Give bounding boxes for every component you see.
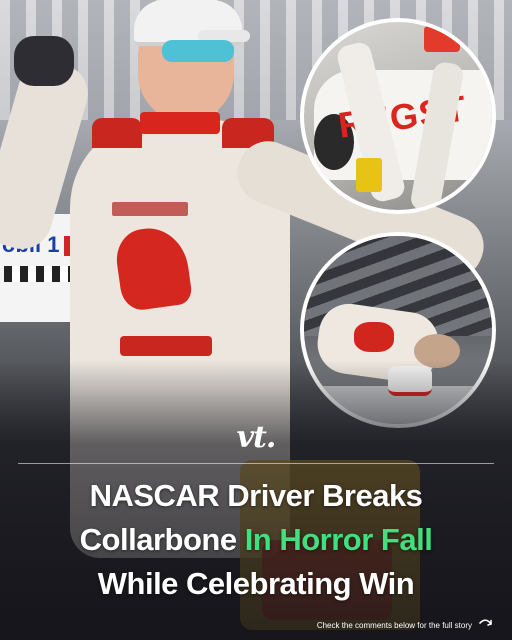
checkered-flag [424, 26, 460, 52]
instagram-post-card: obil 1 REGST [0, 0, 512, 640]
comments-cta-text: Check the comments below for the full st… [316, 620, 472, 630]
inset-photo-car-climb: REGST [300, 18, 496, 214]
suit-chest-logo [112, 202, 188, 216]
suit-collar [140, 112, 220, 134]
headline: NASCAR Driver Breaks Collarbone In Horro… [0, 474, 512, 606]
comments-cta[interactable]: Check the comments below for the full st… [317, 617, 494, 633]
headline-line-2: Collarbone In Horror Fall [0, 518, 512, 562]
suit-belt [120, 336, 212, 356]
fallen-driver-emblem [354, 322, 394, 352]
suit-shoulder-stripe-left [92, 118, 142, 148]
headline-line-1: NASCAR Driver Breaks [89, 478, 423, 513]
curved-arrow-icon [479, 619, 492, 626]
headline-line-2-text: Collarbone [79, 522, 245, 557]
driver-glove [14, 36, 74, 86]
headline-highlight: In Horror Fall [244, 522, 433, 557]
suit-yellow-badge [356, 158, 382, 192]
vt-logo: vt. [236, 420, 277, 455]
driver-sunglasses [162, 40, 234, 62]
divider-line [18, 463, 494, 464]
headline-line-3: While Celebrating Win [97, 566, 415, 601]
